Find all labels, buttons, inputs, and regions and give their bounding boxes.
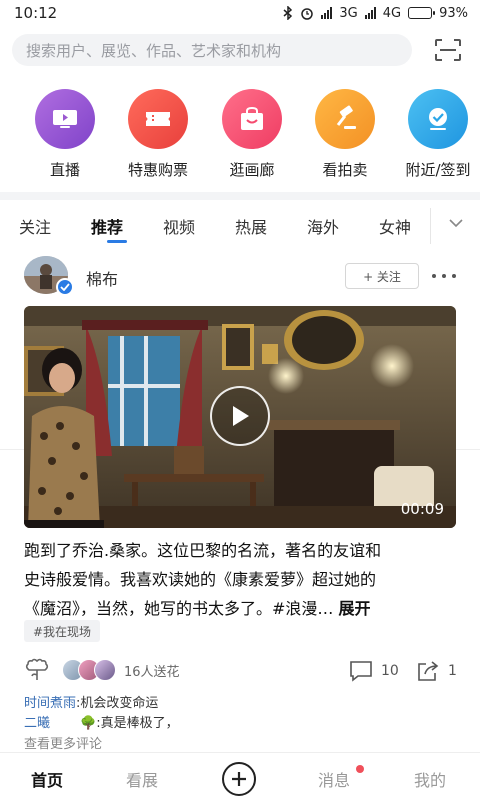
- signal-icon: [321, 7, 333, 19]
- shortcut-label: 特惠购票: [127, 161, 188, 179]
- status-bar: 10:12 3G 4G 93%: [0, 0, 480, 26]
- nav-home[interactable]: 首页: [31, 767, 63, 791]
- flower-likes[interactable]: 16人送花: [24, 656, 180, 684]
- search-row: 搜索用户、展览、作品、艺术家和机构: [0, 30, 480, 70]
- chevron-down-icon[interactable]: [446, 216, 466, 230]
- nav-exhibitions[interactable]: 看展: [126, 767, 158, 791]
- shortcut-label: 直播: [49, 161, 80, 179]
- active-tab-indicator: [107, 240, 127, 243]
- shortcut-checkin[interactable]: 附近/签到: [388, 86, 480, 180]
- section-divider: [0, 192, 480, 200]
- tab-recommend[interactable]: 推荐: [91, 214, 123, 238]
- shortcut-gallery[interactable]: 逛画廊: [202, 86, 302, 180]
- expand-link[interactable]: 展开: [339, 599, 371, 618]
- nav-messages[interactable]: 消息: [318, 767, 350, 791]
- create-post-button[interactable]: [222, 762, 256, 796]
- comment-button[interactable]: 10: [349, 660, 399, 682]
- tv-icon: [35, 89, 95, 149]
- comment-text: :真是棒极了，: [96, 716, 179, 731]
- caption-line: 《魔沼》，当然，她写的书太多了。#浪漫…: [24, 599, 339, 618]
- comment-author[interactable]: 时间煮雨: [24, 696, 76, 711]
- tab-overseas[interactable]: 海外: [307, 214, 339, 238]
- share-count: 1: [448, 663, 457, 679]
- plus-icon: [232, 772, 246, 786]
- search-input[interactable]: 搜索用户、展览、作品、艺术家和机构: [12, 34, 412, 66]
- shortcut-auction[interactable]: 看拍卖: [295, 86, 395, 180]
- share-icon: [418, 661, 439, 681]
- caption-line: 跑到了乔治.桑家。这位巴黎的名流，著名的友谊和: [24, 541, 382, 560]
- post-video[interactable]: 00:09: [24, 306, 456, 528]
- post-author-name[interactable]: 棉布: [86, 266, 118, 290]
- scan-icon[interactable]: [434, 38, 462, 62]
- gallery-bag-icon: [222, 89, 282, 149]
- comment-count: 10: [381, 663, 399, 679]
- feed-tabs: 关注 推荐 视频 热展 海外 女神: [0, 202, 480, 450]
- network-4g-label: 4G: [382, 5, 402, 21]
- follow-button[interactable]: + 关注: [345, 263, 419, 289]
- notification-dot: [356, 765, 364, 773]
- hashtag-chip[interactable]: #我在现场: [24, 620, 101, 642]
- tab-hot-exhibitions[interactable]: 热展: [235, 214, 267, 238]
- avatar: [94, 659, 116, 681]
- battery-percent: 93%: [439, 5, 468, 21]
- comment-icon: [350, 661, 372, 682]
- shortcut-label: 逛画廊: [229, 161, 275, 179]
- status-time: 10:12: [14, 4, 58, 22]
- more-options-icon[interactable]: [432, 268, 456, 284]
- shortcut-live[interactable]: 直播: [15, 86, 115, 180]
- video-duration: 00:09: [400, 500, 444, 518]
- caption-line-last: 《魔沼》，当然，她写的书太多了。#浪漫… 展开: [24, 594, 464, 623]
- tab-follow[interactable]: 关注: [19, 214, 51, 238]
- tab-video[interactable]: 视频: [163, 214, 195, 238]
- shortcut-label: 附近/签到: [405, 161, 471, 179]
- ticket-icon: [128, 89, 188, 149]
- play-button[interactable]: [210, 386, 270, 446]
- network-3g-label: 3G: [339, 5, 358, 21]
- nav-me[interactable]: 我的: [414, 767, 446, 791]
- alarm-icon: [301, 8, 314, 20]
- tree-emoji-icon: 🌳: [80, 716, 97, 731]
- shortcut-row: 直播 特惠购票 逛画廊 看拍卖 附近/签到: [0, 86, 480, 186]
- gavel-icon: [315, 89, 375, 149]
- see-more-comments-link[interactable]: 查看更多评论: [24, 733, 102, 752]
- shortcut-label: 看拍卖: [322, 161, 368, 179]
- comment-text: 机会改变命运: [80, 696, 159, 711]
- bluetooth-icon: [283, 6, 293, 20]
- shortcut-tickets[interactable]: 特惠购票: [108, 86, 208, 180]
- signal-icon-2: [364, 7, 376, 19]
- verified-badge-icon: [56, 278, 74, 296]
- comment-item[interactable]: 时间煮雨:机会改变命运: [24, 692, 158, 711]
- share-button[interactable]: 1: [416, 660, 457, 682]
- flower-icon[interactable]: [24, 658, 50, 682]
- battery-icon: [408, 7, 436, 19]
- tabs-separator: [430, 208, 431, 244]
- status-icons: 3G 4G 93%: [283, 6, 468, 21]
- comment-author[interactable]: 二曦: [24, 716, 50, 731]
- caption-line: 史诗般爱情。我喜欢读她的《康素爱萝》超过她的: [24, 570, 377, 589]
- search-placeholder: 搜索用户、展览、作品、艺术家和机构: [26, 41, 282, 60]
- post-caption[interactable]: 跑到了乔治.桑家。这位巴黎的名流，著名的友谊和 史诗般爱情。我喜欢读她的《康素爱…: [24, 536, 464, 623]
- checkin-icon: [408, 89, 468, 149]
- bottom-nav: 首页 看展 消息 我的: [0, 752, 480, 800]
- likes-count: 16人送花: [124, 664, 180, 680]
- comment-item[interactable]: 二曦 🌳:真是棒极了，: [24, 712, 179, 731]
- tab-goddess[interactable]: 女神: [379, 214, 411, 238]
